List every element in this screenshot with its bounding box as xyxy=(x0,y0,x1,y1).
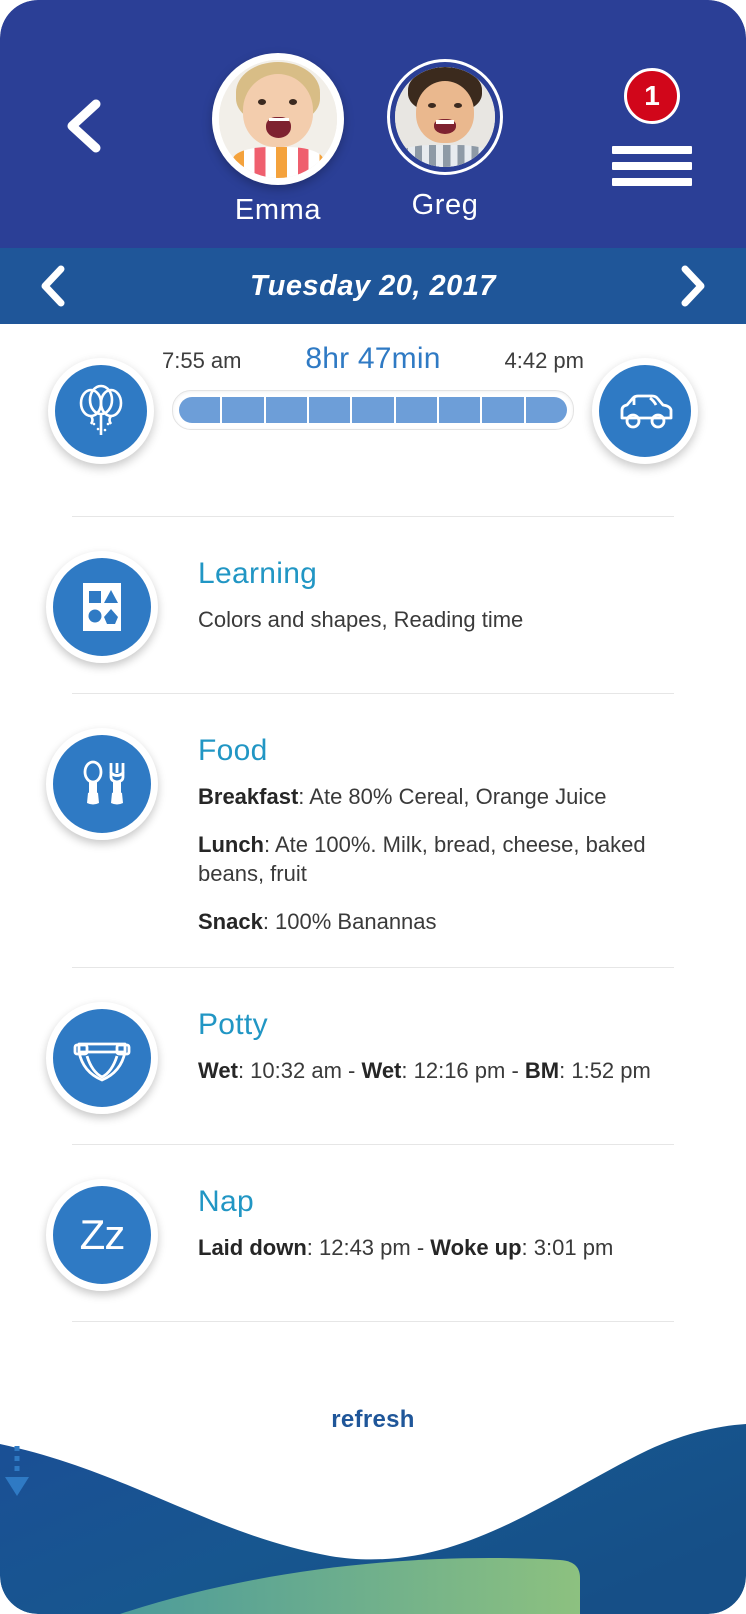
hamburger-menu-icon[interactable] xyxy=(612,146,692,186)
timeline-times: 7:55 am 8hr 47min 4:42 pm xyxy=(162,342,584,376)
section-body: Learning Colors and shapes, Reading time xyxy=(158,551,746,635)
refresh-footer[interactable]: refresh xyxy=(0,1354,746,1614)
detail-value: : 12:16 pm - xyxy=(401,1057,525,1083)
spoon-fork-icon xyxy=(46,728,158,840)
detail-label: Laid down xyxy=(198,1234,307,1260)
section-title: Food xyxy=(198,734,268,767)
section-detail-line: Lunch: Ate 100%. Milk, bread, cheese, ba… xyxy=(198,830,686,889)
detail-value: : 1:52 pm xyxy=(559,1057,651,1083)
section-body: Food Breakfast: Ate 80% Cereal, Orange J… xyxy=(158,728,746,937)
zz-sleep-icon: Zz xyxy=(46,1178,158,1291)
diaper-icon xyxy=(46,1001,158,1114)
avatar[interactable] xyxy=(212,53,344,185)
refresh-label: refresh xyxy=(331,1406,415,1433)
previous-day-button[interactable] xyxy=(36,264,70,308)
balloons-icon xyxy=(48,358,154,464)
attendance-progress-track xyxy=(172,390,574,430)
car-icon xyxy=(592,358,698,464)
section-body: Nap Laid down: 12:43 pm - Woke up: 3:01 … xyxy=(158,1179,746,1263)
zz-label: Zz xyxy=(79,1210,126,1258)
attendance-progress-fill xyxy=(179,397,567,423)
section-learning[interactable]: Learning Colors and shapes, Reading time xyxy=(0,517,746,693)
child-avatar-photo xyxy=(395,67,495,167)
detail-label: Lunch xyxy=(198,831,264,857)
child-tab-greg[interactable]: Greg xyxy=(355,59,535,222)
section-detail-line: Snack: 100% Banannas xyxy=(198,907,686,937)
child-name-label: Greg xyxy=(411,189,479,221)
section-title: Potty xyxy=(198,1007,268,1041)
section-detail-line: Breakfast: Ate 80% Cereal, Orange Juice xyxy=(198,782,686,812)
duration-label: 8hr 47min xyxy=(305,342,441,375)
detail-value: : 3:01 pm xyxy=(521,1234,614,1260)
detail-label: Snack xyxy=(198,909,263,935)
section-body: Potty Wet: 10:32 am - Wet: 12:16 pm - BM… xyxy=(158,1002,746,1086)
attendance-timeline: 7:55 am 8hr 47min 4:42 pm xyxy=(0,324,746,516)
current-date-label: Tuesday 20, 2017 xyxy=(249,269,497,302)
section-divider xyxy=(72,1320,674,1322)
section-nap[interactable]: Zz Nap Laid down: 12:43 pm - Woke up: 3:… xyxy=(0,1145,746,1321)
app-screen: Emma Greg 1 Tuesday 20, 2017 7:55 am 8hr… xyxy=(0,0,746,1614)
detail-label: Breakfast xyxy=(198,784,299,809)
daily-report-list: 7:55 am 8hr 47min 4:42 pm Learning Color… xyxy=(0,324,746,1382)
section-title: Learning xyxy=(198,557,318,590)
section-title: Nap xyxy=(198,1184,254,1218)
notification-badge[interactable]: 1 xyxy=(624,68,680,124)
detail-label: Woke up xyxy=(430,1234,522,1260)
detail-label: Wet xyxy=(361,1057,402,1083)
section-food[interactable]: Food Breakfast: Ate 80% Cereal, Orange J… xyxy=(0,694,746,967)
header-menu-area: 1 xyxy=(606,68,698,186)
section-detail-line: Wet: 10:32 am - Wet: 12:16 pm - BM: 1:52… xyxy=(198,1056,686,1086)
section-potty[interactable]: Potty Wet: 10:32 am - Wet: 12:16 pm - BM… xyxy=(0,968,746,1144)
refresh-button[interactable]: refresh xyxy=(0,1406,746,1500)
avatar[interactable] xyxy=(387,59,503,175)
detail-value: : 10:32 am - xyxy=(237,1057,362,1083)
detail-label: BM xyxy=(524,1057,560,1083)
detail-value: : 12:43 pm - xyxy=(306,1234,431,1260)
detail-label: Wet xyxy=(198,1057,238,1083)
section-detail-line: Colors and shapes, Reading time xyxy=(198,605,686,635)
next-day-button[interactable] xyxy=(676,264,710,308)
detail-value: : Ate 80% Cereal, Orange Juice xyxy=(298,784,607,809)
child-tab-emma[interactable]: Emma xyxy=(188,53,368,227)
child-avatar-photo xyxy=(219,60,337,178)
date-navigation-bar: Tuesday 20, 2017 xyxy=(0,248,746,324)
shapes-board-icon xyxy=(46,551,158,663)
section-detail-line: Laid down: 12:43 pm - Woke up: 3:01 pm xyxy=(198,1233,686,1263)
detail-value: Colors and shapes, Reading time xyxy=(198,607,524,632)
arrival-time: 7:55 am xyxy=(162,348,242,373)
departure-time: 4:42 pm xyxy=(504,348,585,373)
child-name-label: Emma xyxy=(234,194,322,226)
detail-value: : 100% Banannas xyxy=(262,909,437,935)
arrow-down-dashed-icon xyxy=(0,1444,746,1500)
detail-value: : Ate 100%. Milk, bread, cheese, baked b… xyxy=(198,831,646,887)
app-header: Emma Greg 1 xyxy=(0,0,746,248)
